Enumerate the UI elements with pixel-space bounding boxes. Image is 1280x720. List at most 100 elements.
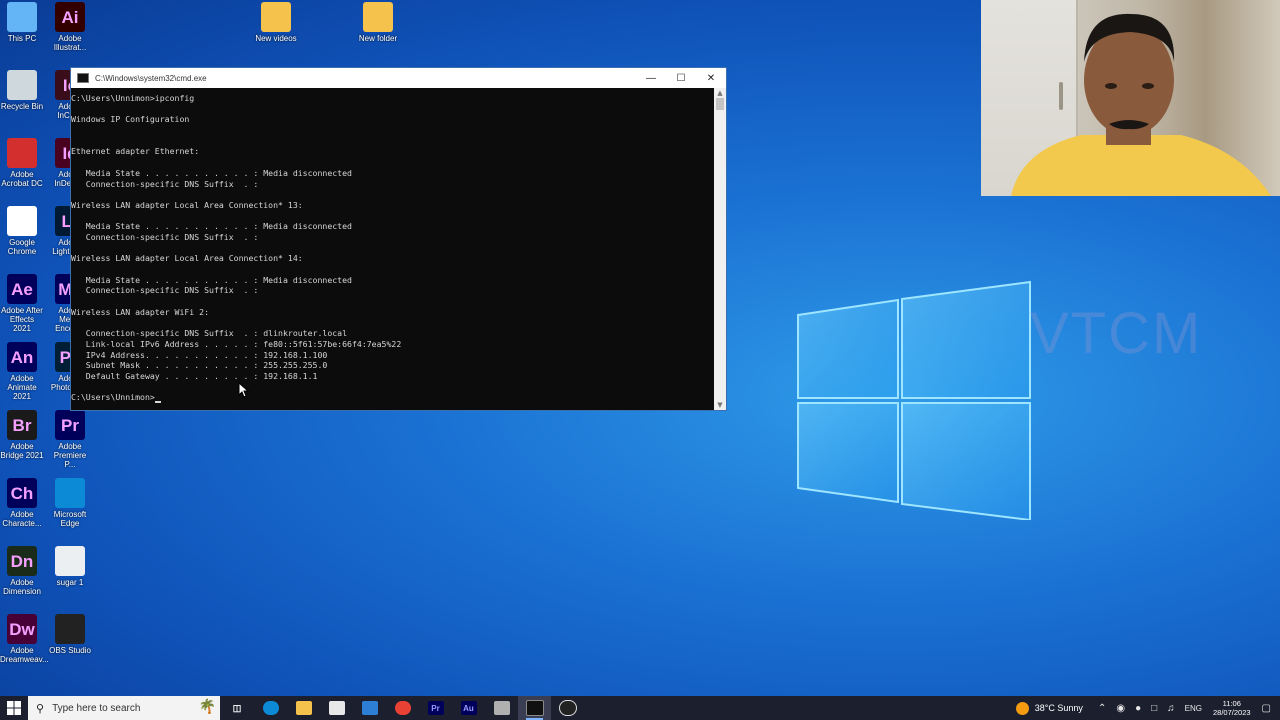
clock-time: 11:06 xyxy=(1222,699,1241,708)
premiere-icon: Pr xyxy=(427,701,444,715)
desktop-icon[interactable]: Dn Adobe Dimension xyxy=(0,546,44,596)
desktop-icon-label: Adobe Animate 2021 xyxy=(7,374,37,401)
console-line: Media State . . . . . . . . . . . : Medi… xyxy=(71,274,352,285)
desktop-icon-label: Adobe Illustrat... xyxy=(53,34,87,52)
notification-icon[interactable]: ▢ xyxy=(1257,703,1276,714)
cmd-scrollbar[interactable]: ▲ ▼ xyxy=(714,88,726,410)
mail-icon xyxy=(361,701,378,715)
desktop-icon-label: New videos xyxy=(255,34,297,43)
task-view-button[interactable]: ◫ xyxy=(220,696,254,720)
desktop-icon-label: Recycle Bin xyxy=(0,102,44,111)
mouse-pointer-icon xyxy=(238,382,250,398)
edge-icon xyxy=(262,701,279,715)
cmd-titlebar[interactable]: C:\Windows\system32\cmd.exe — ☐ ✕ xyxy=(71,68,726,88)
taskbar-store[interactable] xyxy=(320,696,353,720)
desktop-icon-label: OBS Studio xyxy=(49,646,91,655)
desktop-icon[interactable]: Adobe Acrobat DC xyxy=(0,138,44,188)
console-line: Windows IP Configuration xyxy=(71,114,190,125)
recorder-icon xyxy=(558,700,577,716)
desktop-icon-label: This PC xyxy=(7,34,37,43)
tray-app-icon[interactable]: ◉ xyxy=(1111,703,1130,714)
desktop-icon-label: Adobe Dreamweav... xyxy=(0,646,49,664)
close-icon[interactable]: ✕ xyxy=(696,73,726,84)
desktop-icon[interactable]: Dw Adobe Dreamweav... xyxy=(0,614,49,664)
volume-icon[interactable]: ♫ xyxy=(1162,703,1180,714)
webcam-overlay xyxy=(981,0,1280,196)
taskbar-edge[interactable] xyxy=(254,696,287,720)
taskbar-cmd[interactable] xyxy=(518,696,551,720)
clock[interactable]: 11:06 28/07/2023 xyxy=(1207,699,1257,717)
desktop-icon[interactable]: Ae Adobe After Effects 2021 xyxy=(0,274,44,333)
task-view-icon: ◫ xyxy=(232,702,242,713)
clock-date: 28/07/2023 xyxy=(1213,708,1251,717)
language-indicator[interactable]: ENG xyxy=(1180,704,1207,713)
desktop-icon-label: Adobe Dimension xyxy=(3,578,41,596)
cmd-window[interactable]: C:\Windows\system32\cmd.exe — ☐ ✕ C:\Use… xyxy=(70,67,727,411)
app-icon: Pr xyxy=(55,410,85,440)
console-line: Wireless LAN adapter Local Area Connecti… xyxy=(71,199,303,210)
console-line: Connection-specific DNS Suffix . : dlink… xyxy=(71,328,348,339)
start-button[interactable] xyxy=(0,696,28,720)
console-line: Wireless LAN adapter WiFi 2: xyxy=(71,306,210,317)
desktop-icon[interactable]: New videos xyxy=(254,2,298,43)
desktop-icon[interactable]: This PC xyxy=(0,2,44,43)
desktop-icon[interactable]: OBS Studio xyxy=(48,614,92,655)
network-icon[interactable]: □ xyxy=(1146,703,1162,714)
taskbar-chrome[interactable] xyxy=(386,696,419,720)
taskbar-file-explorer[interactable] xyxy=(287,696,320,720)
taskbar-search-box[interactable]: ⚲ Type here to search 🌴 xyxy=(28,696,220,720)
desktop-icon-label: Adobe Acrobat DC xyxy=(1,170,43,188)
console-line: C:\Users\Unnimon>ipconfig xyxy=(71,93,195,103)
desktop-icon[interactable]: Ai Adobe Illustrat... xyxy=(48,2,92,52)
app-icon: Br xyxy=(7,410,37,440)
search-icon: ⚲ xyxy=(36,702,45,715)
app-icon: Ae xyxy=(7,274,37,304)
taskbar-audition[interactable]: Au xyxy=(452,696,485,720)
desktop-icon[interactable]: Recycle Bin xyxy=(0,70,44,111)
console-line: Ethernet adapter Ethernet: xyxy=(71,146,200,157)
cmd-icon xyxy=(525,700,544,716)
console-line: Connection-specific DNS Suffix . : xyxy=(71,178,259,189)
console-line: Media State . . . . . . . . . . . : Medi… xyxy=(71,221,352,232)
taskbar: ⚲ Type here to search 🌴 ◫ Pr Au 38°C Sun… xyxy=(0,696,1280,720)
taskbar-archive-app[interactable] xyxy=(485,696,518,720)
console-line: Connection-specific DNS Suffix . : xyxy=(71,231,259,242)
app-icon xyxy=(7,206,37,236)
desktop-icon[interactable]: An Adobe Animate 2021 xyxy=(0,342,44,401)
microphone-icon[interactable]: ● xyxy=(1130,703,1146,714)
app-icon xyxy=(261,2,291,32)
chevron-up-icon[interactable]: ⌃ xyxy=(1093,703,1111,714)
desktop-icon-label: Microsoft Edge xyxy=(53,510,87,528)
console-line: Subnet Mask . . . . . . . . . . . : 255.… xyxy=(71,360,328,371)
console-line: Link-local IPv6 Address . . . . . : fe80… xyxy=(71,338,402,349)
scroll-down-icon[interactable]: ▼ xyxy=(714,400,726,410)
desktop-icon[interactable]: Ch Adobe Characte... xyxy=(0,478,44,528)
cmd-title-text: C:\Windows\system32\cmd.exe xyxy=(95,73,207,83)
desktop-icon[interactable]: Pr Adobe Premiere P... xyxy=(48,410,92,469)
desktop-icon[interactable]: New folder xyxy=(356,2,400,43)
app-icon xyxy=(55,478,85,508)
audition-icon: Au xyxy=(460,701,477,715)
scrollbar-thumb[interactable] xyxy=(716,98,724,110)
desktop-icon-label: Adobe After Effects 2021 xyxy=(1,306,43,333)
desktop-icon[interactable]: Microsoft Edge xyxy=(48,478,92,528)
maximize-icon[interactable]: ☐ xyxy=(666,73,696,84)
app-icon: Dw xyxy=(7,614,37,644)
minimize-icon[interactable]: — xyxy=(636,73,666,84)
scroll-up-icon[interactable]: ▲ xyxy=(714,88,726,98)
cmd-console-output[interactable]: C:\Users\Unnimon>ipconfig Windows IP Conf… xyxy=(71,88,714,410)
taskbar-premiere[interactable]: Pr xyxy=(419,696,452,720)
desktop-icon[interactable]: Br Adobe Bridge 2021 xyxy=(0,410,44,460)
desktop-icon[interactable]: sugar 1 xyxy=(48,546,92,587)
weather-text[interactable]: 38°C Sunny xyxy=(1035,703,1083,713)
weather-sun-icon[interactable] xyxy=(1015,701,1029,715)
taskbar-mail[interactable] xyxy=(353,696,386,720)
desktop-icon[interactable]: Google Chrome xyxy=(0,206,44,256)
taskbar-recorder[interactable] xyxy=(551,696,584,720)
